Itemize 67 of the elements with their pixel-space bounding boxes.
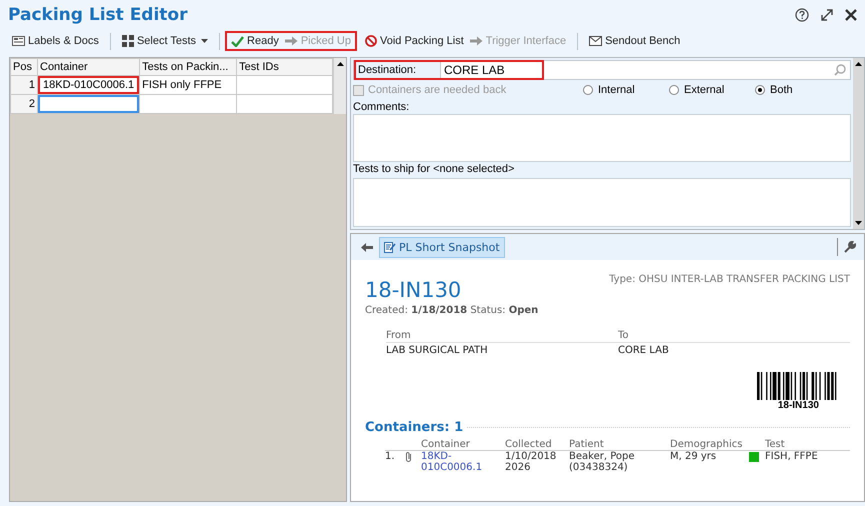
label-sheet-icon (12, 35, 25, 47)
table-cell[interactable] (38, 95, 140, 113)
table-cell-text: 1/10/2018 2026 (505, 451, 558, 473)
radio-label[interactable]: Both (770, 84, 793, 96)
close-icon[interactable] (845, 9, 857, 21)
barcode-text: 18-IN130 (778, 400, 819, 411)
column-header: From (386, 330, 412, 341)
toolbar-button[interactable]: Select Tests (120, 34, 210, 48)
column-header[interactable]: Test IDs (236, 58, 332, 76)
check-icon (231, 36, 244, 46)
prohibited-icon (364, 35, 377, 47)
row-number: 2 (10, 94, 38, 114)
radio-button[interactable] (669, 85, 679, 95)
comments-label: Comments: (353, 100, 410, 114)
row-number: 1 (10, 76, 38, 94)
column-header: Test (764, 439, 786, 450)
arrow-icon (470, 36, 483, 46)
column-header: To (618, 330, 630, 341)
radio-button[interactable] (583, 85, 593, 95)
column-header: Collected (505, 439, 553, 450)
radio-label[interactable]: External (684, 84, 724, 96)
caret-icon (201, 39, 208, 43)
toolbar-button[interactable]: Sendout Bench (587, 34, 682, 48)
back-icon[interactable] (361, 242, 373, 252)
table-cell-text: LAB SURGICAL PATH (386, 345, 489, 356)
arrow-icon (284, 36, 298, 46)
packing-list-id: 18-IN130 (365, 278, 462, 302)
table-cell-text: CORE LAB (618, 345, 670, 356)
toolbar-button[interactable]: Void Packing List (362, 34, 466, 48)
scrollbar[interactable] (853, 58, 864, 229)
row-number: 1. (385, 451, 396, 462)
created-status-text: Created: 1/18/2018 Status: Open (365, 305, 540, 316)
column-header[interactable]: Container (38, 58, 140, 76)
table-cell[interactable]: 18KD-010C0006.1 (38, 76, 140, 94)
section-title: Containers: 1 (365, 420, 464, 435)
grid-icon (122, 35, 134, 47)
radio-button[interactable] (755, 85, 765, 95)
column-header: Patient (569, 439, 605, 450)
column-header[interactable]: Tests on Packin... (140, 58, 237, 76)
toolbar-button[interactable]: Ready (229, 34, 281, 48)
column-header: Container (421, 439, 471, 450)
scroll-down-icon[interactable] (855, 221, 862, 225)
wrench-icon[interactable] (844, 241, 856, 253)
scroll-up-icon[interactable] (855, 62, 862, 66)
table-cell: FISH, FFPE (765, 451, 818, 462)
column-header[interactable]: Pos (10, 58, 38, 76)
radio-label[interactable]: Internal (598, 84, 635, 96)
envelope-icon (589, 36, 602, 46)
toolbar-button[interactable]: Labels & Docs (10, 34, 101, 48)
column-header: Demographics (670, 439, 744, 450)
scroll-up-icon[interactable] (336, 62, 344, 66)
help-icon[interactable] (795, 8, 809, 22)
table-cell: FISH only FFPE (142, 79, 222, 91)
container-link[interactable]: 18KD-010C0006.1 (421, 451, 483, 473)
paperclip-icon (405, 451, 412, 462)
comments-field[interactable] (353, 114, 851, 162)
table-cell-text: Beaker, Pope (03438324) (569, 451, 636, 473)
scrollbar[interactable] (333, 58, 346, 114)
tests-field[interactable] (353, 178, 851, 227)
document-edit-icon (384, 241, 396, 253)
expand-icon[interactable] (821, 9, 833, 21)
destination-field[interactable]: Destination: CORE LAB (354, 60, 544, 80)
type-text: Type: OHSU INTER-LAB TRANSFER PACKING LIST (609, 274, 850, 285)
snapshot-tab[interactable]: PL Short Snapshot (379, 236, 505, 258)
window-title: Packing List Editor (8, 5, 188, 25)
table-cell-text: M, 29 yrs (670, 451, 718, 462)
tests-label: Tests to ship for <none selected> (353, 162, 516, 176)
